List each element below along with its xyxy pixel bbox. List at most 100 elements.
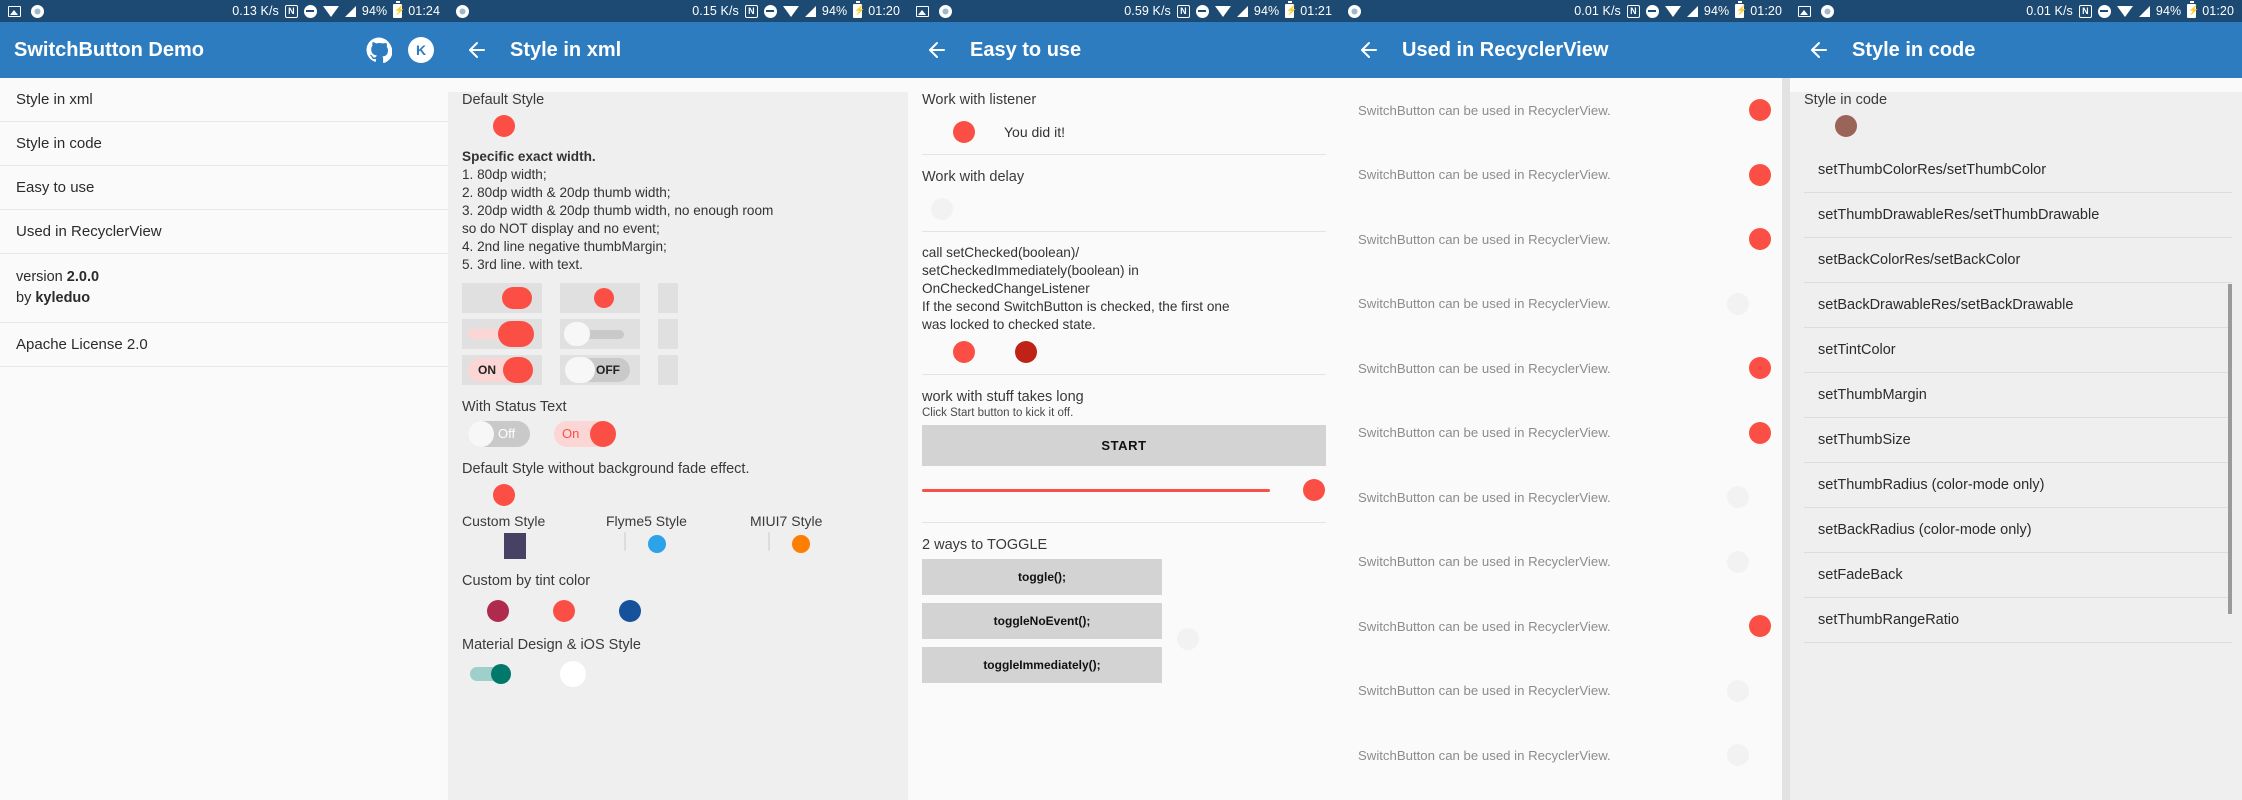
list-item-switch[interactable] — [1726, 421, 1772, 445]
page-title: Style in xml — [510, 38, 622, 61]
list-item[interactable]: setBackRadius (color-mode only) — [1804, 508, 2232, 553]
version-info[interactable]: version 2.0.0 by kyleduo — [0, 254, 448, 324]
clock: 01:20 — [868, 4, 900, 18]
toggle-button[interactable]: toggle(); — [922, 559, 1162, 596]
switch-thumb — [1727, 550, 1749, 573]
page-title: Style in code — [1852, 38, 1976, 61]
panel-easy-to-use: 0.59 K/s N 94% ⚡ 01:21 Easy to use Work … — [908, 0, 1340, 800]
switch-80dp-width[interactable] — [468, 286, 532, 309]
list-item-switch[interactable] — [1726, 743, 1772, 767]
list-item[interactable]: SwitchButton can be used in RecyclerView… — [1340, 336, 1790, 401]
list-item-switch[interactable] — [1726, 292, 1772, 316]
status-bar: 0.01 K/s N 94% ⚡ 01:20 — [1340, 0, 1790, 22]
switch-with-text-off[interactable]: OFF — [565, 356, 630, 383]
list-item[interactable]: SwitchButton can be used in RecyclerView… — [1340, 78, 1790, 143]
setchecked-switch-first[interactable] — [930, 340, 976, 364]
flyme5-style-switch[interactable] — [624, 531, 668, 555]
clock: 01:20 — [1750, 4, 1782, 18]
toggle-no-event-button[interactable]: toggleNoEvent(); — [922, 603, 1162, 640]
tint-switch-red[interactable] — [532, 599, 576, 623]
delay-switch[interactable] — [930, 197, 976, 221]
list-item[interactable]: setThumbRangeRatio — [1804, 598, 2232, 643]
list-item-switch[interactable] — [1726, 614, 1772, 638]
setchecked-switch-second[interactable] — [992, 340, 1038, 364]
wifi-icon — [1664, 5, 1681, 17]
status-switch-on[interactable]: On — [554, 420, 616, 447]
list-item[interactable]: setBackColorRes/setBackColor — [1804, 238, 2232, 283]
switch-thumb — [491, 663, 511, 684]
list-item[interactable]: SwitchButton can be used in RecyclerView… — [1340, 142, 1790, 207]
sidebar-item-easy-to-use[interactable]: Easy to use — [0, 166, 448, 210]
ios-style-switch[interactable] — [538, 659, 588, 689]
long-task-hint: Click Start button to kick it off. — [922, 407, 1074, 420]
list-item-switch[interactable] — [1726, 679, 1772, 703]
switch-negative-thumb-margin-off[interactable] — [564, 321, 624, 346]
list-item-switch[interactable] — [1726, 485, 1772, 509]
sidebar-item-style-in-code[interactable]: Style in code — [0, 122, 448, 166]
switch-80dp-20dp-thumb[interactable] — [566, 287, 624, 308]
list-item-label: SwitchButton can be used in RecyclerView… — [1358, 683, 1611, 699]
back-arrow-icon[interactable] — [1354, 35, 1384, 65]
list-item[interactable]: setThumbRadius (color-mode only) — [1804, 463, 2232, 508]
tint-switch-blue[interactable] — [598, 599, 642, 623]
switch-thumb — [564, 321, 590, 346]
list-item[interactable]: setThumbSize — [1804, 418, 2232, 463]
list-item[interactable]: SwitchButton can be used in RecyclerView… — [1340, 594, 1790, 659]
setter-method-list[interactable]: setThumbColorRes/setThumbColor setThumbD… — [1804, 148, 2232, 643]
start-button[interactable]: START — [922, 425, 1326, 467]
switch-thumb — [1727, 679, 1749, 702]
photo-icon — [8, 5, 21, 17]
list-item[interactable]: SwitchButton can be used in RecyclerView… — [1340, 529, 1790, 594]
list-item[interactable]: SwitchButton can be used in RecyclerView… — [1340, 723, 1790, 788]
back-arrow-icon[interactable] — [1804, 35, 1834, 65]
list-item-switch[interactable] — [1726, 98, 1772, 122]
list-item[interactable]: setThumbDrawableRes/setThumbDrawable — [1804, 193, 2232, 238]
material-design-switch[interactable] — [470, 663, 511, 684]
toggle-target-switch[interactable] — [1176, 627, 1222, 651]
clock: 01:20 — [2202, 4, 2234, 18]
list-item[interactable]: SwitchButton can be used in RecyclerView… — [1340, 207, 1790, 272]
list-item[interactable]: SwitchButton can be used in RecyclerView… — [1340, 271, 1790, 336]
do-not-disturb-icon — [763, 4, 777, 18]
list-item[interactable]: SwitchButton can be used in RecyclerView… — [1340, 400, 1790, 465]
list-item[interactable]: setTintColor — [1804, 328, 2232, 373]
default-style-switch[interactable] — [470, 114, 516, 138]
toggle-immediately-button[interactable]: toggleImmediately(); — [922, 647, 1162, 684]
sidebar-item-style-in-xml[interactable]: Style in xml — [0, 78, 448, 122]
cell-negative-margin — [462, 318, 542, 349]
list-item[interactable]: SwitchButton can be used in RecyclerView… — [1340, 658, 1790, 723]
scrollbar[interactable] — [2228, 284, 2232, 614]
status-switch-off[interactable]: Off — [468, 420, 530, 447]
list-item[interactable]: setBackDrawableRes/setBackDrawable — [1804, 283, 2232, 328]
back-arrow-icon[interactable] — [462, 35, 492, 65]
list-item[interactable]: setThumbMargin — [1804, 373, 2232, 418]
license-item[interactable]: Apache License 2.0 — [0, 323, 448, 368]
list-item-label: SwitchButton can be used in RecyclerView… — [1358, 296, 1611, 312]
avatar[interactable]: K — [408, 37, 434, 63]
list-item[interactable]: setFadeBack — [1804, 553, 2232, 598]
custom-style-switch[interactable] — [480, 532, 526, 559]
sidebar-item-used-in-recyclerview[interactable]: Used in RecyclerView — [0, 210, 448, 254]
screenshot-strip: 0.13 K/s N 94% ⚡ 01:24 SwitchButton Demo… — [0, 0, 2242, 800]
miui7-style-switch[interactable] — [768, 531, 812, 555]
list-item-switch[interactable] — [1726, 227, 1772, 251]
list-item[interactable]: setThumbColorRes/setThumbColor — [1804, 148, 2232, 193]
long-task-switch[interactable] — [1280, 478, 1326, 502]
tint-switch-crimson[interactable] — [466, 599, 510, 623]
style-in-code-switch[interactable] — [1812, 114, 1858, 138]
list-item-switch[interactable] — [1726, 356, 1772, 380]
switch-thumb — [503, 356, 533, 383]
list-item-switch[interactable] — [1726, 550, 1772, 574]
cell-20dp-no-room — [658, 282, 678, 313]
switch-with-text-on[interactable]: ON — [468, 356, 533, 383]
listener-switch[interactable] — [930, 120, 976, 144]
switch-negative-thumb-margin[interactable] — [468, 320, 534, 347]
switch-thumb — [1177, 628, 1199, 651]
recyclerview-list[interactable]: SwitchButton can be used in RecyclerView… — [1340, 78, 1790, 800]
github-icon[interactable] — [366, 37, 393, 64]
list-item-switch[interactable] — [1726, 163, 1772, 187]
list-item[interactable]: SwitchButton can be used in RecyclerView… — [1340, 465, 1790, 530]
no-fade-switch[interactable] — [470, 483, 516, 507]
switch-thumb — [953, 341, 975, 364]
back-arrow-icon[interactable] — [922, 35, 952, 65]
